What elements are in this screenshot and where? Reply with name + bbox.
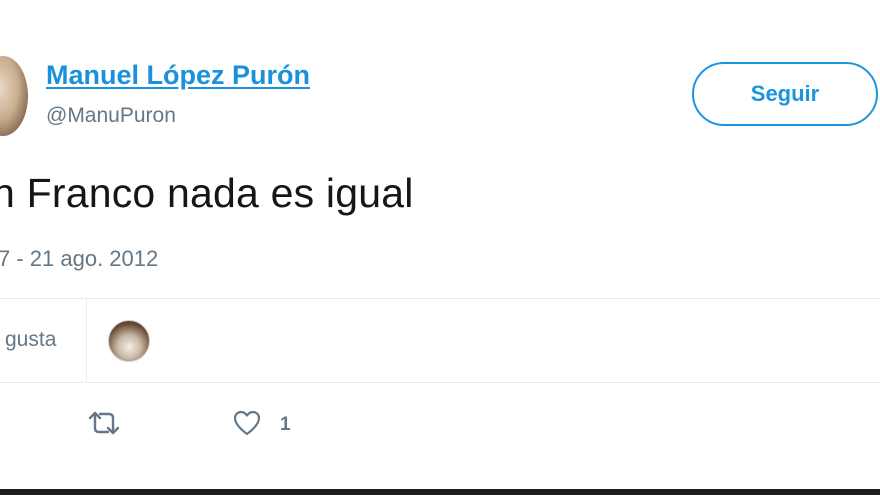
divider-bottom bbox=[0, 382, 880, 383]
like-button[interactable] bbox=[232, 408, 262, 438]
heart-icon bbox=[233, 410, 261, 436]
retweet-button[interactable] bbox=[86, 408, 122, 438]
like-count: 1 bbox=[280, 414, 291, 435]
likes-separator bbox=[86, 298, 87, 382]
tweet-timestamp[interactable]: 7 - 21 ago. 2012 bbox=[0, 246, 158, 272]
likes-label[interactable]: gusta bbox=[5, 328, 56, 352]
author-display-name[interactable]: Manuel López Purón bbox=[46, 60, 310, 91]
tweet-text: n Franco nada es igual bbox=[0, 170, 414, 216]
liker-avatar[interactable] bbox=[108, 320, 150, 362]
author-avatar[interactable] bbox=[0, 56, 28, 136]
retweet-icon bbox=[88, 411, 120, 435]
window-bottom-edge bbox=[0, 489, 880, 495]
author-handle: @ManuPuron bbox=[46, 104, 176, 127]
divider-top bbox=[0, 298, 880, 299]
follow-button[interactable]: Seguir bbox=[692, 62, 878, 126]
